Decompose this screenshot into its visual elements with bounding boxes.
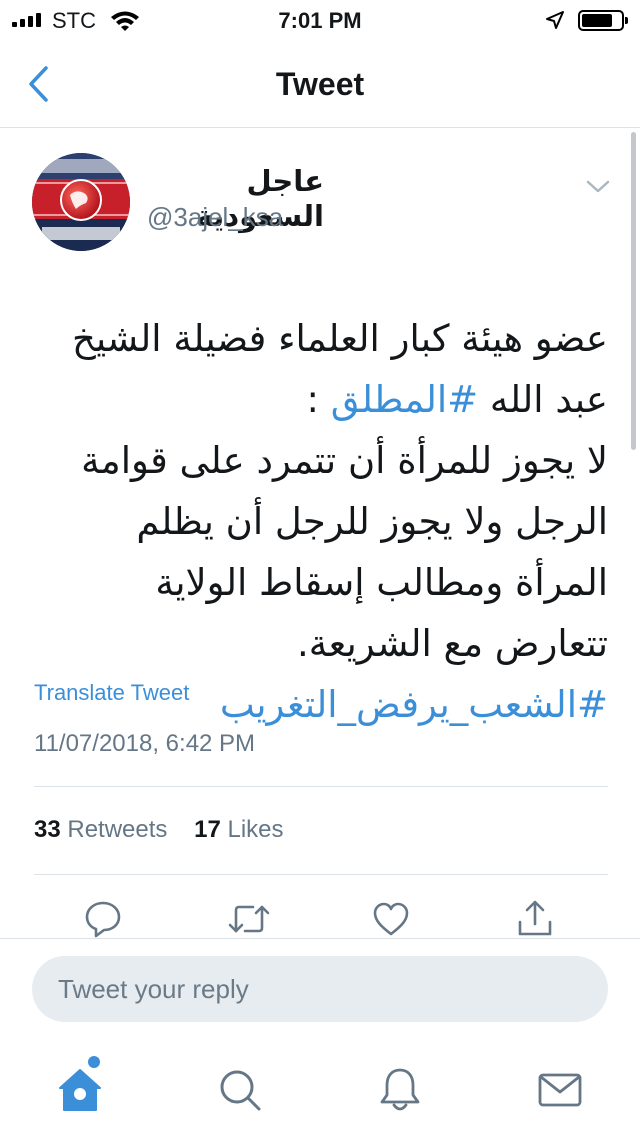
divider [34, 786, 608, 787]
battery-icon [578, 10, 628, 31]
likes-stat[interactable]: 17 Likes [194, 816, 283, 843]
tab-home[interactable] [54, 1064, 106, 1116]
mail-icon [538, 1073, 582, 1107]
bell-icon [380, 1068, 420, 1111]
status-time: 7:01 PM [278, 8, 362, 33]
location-arrow-icon [546, 11, 564, 29]
divider [34, 874, 608, 875]
tweet-text-body: : لا يجوز للمرأة أن تتمرد على قوامة الرج… [81, 378, 608, 665]
tab-search[interactable] [214, 1064, 266, 1116]
tab-messages[interactable] [534, 1064, 586, 1116]
retweets-stat[interactable]: 33 Retweets [34, 816, 167, 843]
divider [0, 938, 640, 939]
chevron-down-icon [586, 180, 610, 193]
retweet-icon [228, 905, 270, 933]
scrollbar [631, 132, 636, 450]
likes-label: Likes [227, 816, 284, 843]
tweet-timestamp: 11/07/2018, 6:42 PM [34, 730, 256, 757]
avatar[interactable] [32, 153, 130, 251]
hashtag-link[interactable]: #المطلق [331, 378, 478, 421]
share-button[interactable] [514, 898, 556, 940]
tab-bar [0, 1040, 640, 1136]
share-icon [518, 900, 552, 936]
retweets-label: Retweets [67, 816, 168, 843]
retweet-button[interactable] [226, 898, 270, 940]
author-handle[interactable]: @3ajel_ksa [147, 202, 283, 233]
new-content-dot [88, 1056, 100, 1068]
home-icon [59, 1069, 101, 1111]
page-title: Tweet [275, 66, 365, 102]
navigation-bar: Tweet [0, 40, 640, 128]
hashtag-link[interactable]: #الشعب_يرفض_التغريب [220, 683, 608, 726]
reply-icon [85, 901, 121, 938]
news-logo-image [32, 153, 130, 251]
search-icon [220, 1070, 261, 1111]
status-bar: STC 7:01 PM [0, 0, 640, 40]
engagement-counts: 33 Retweets 17 Likes [34, 816, 284, 844]
retweets-count: 33 [34, 816, 61, 843]
reply-button[interactable] [82, 898, 124, 940]
translate-tweet-link[interactable]: Translate Tweet [34, 680, 189, 706]
likes-count: 17 [194, 816, 221, 843]
tweet-options-button[interactable] [584, 176, 612, 201]
reply-input[interactable] [32, 956, 608, 1022]
tweet-text: عضو هيئة كبار العلماء فضيلة الشيخ عبد ال… [34, 308, 608, 735]
like-button[interactable] [370, 898, 412, 940]
heart-icon [373, 902, 409, 936]
tab-notifications[interactable] [374, 1064, 426, 1116]
